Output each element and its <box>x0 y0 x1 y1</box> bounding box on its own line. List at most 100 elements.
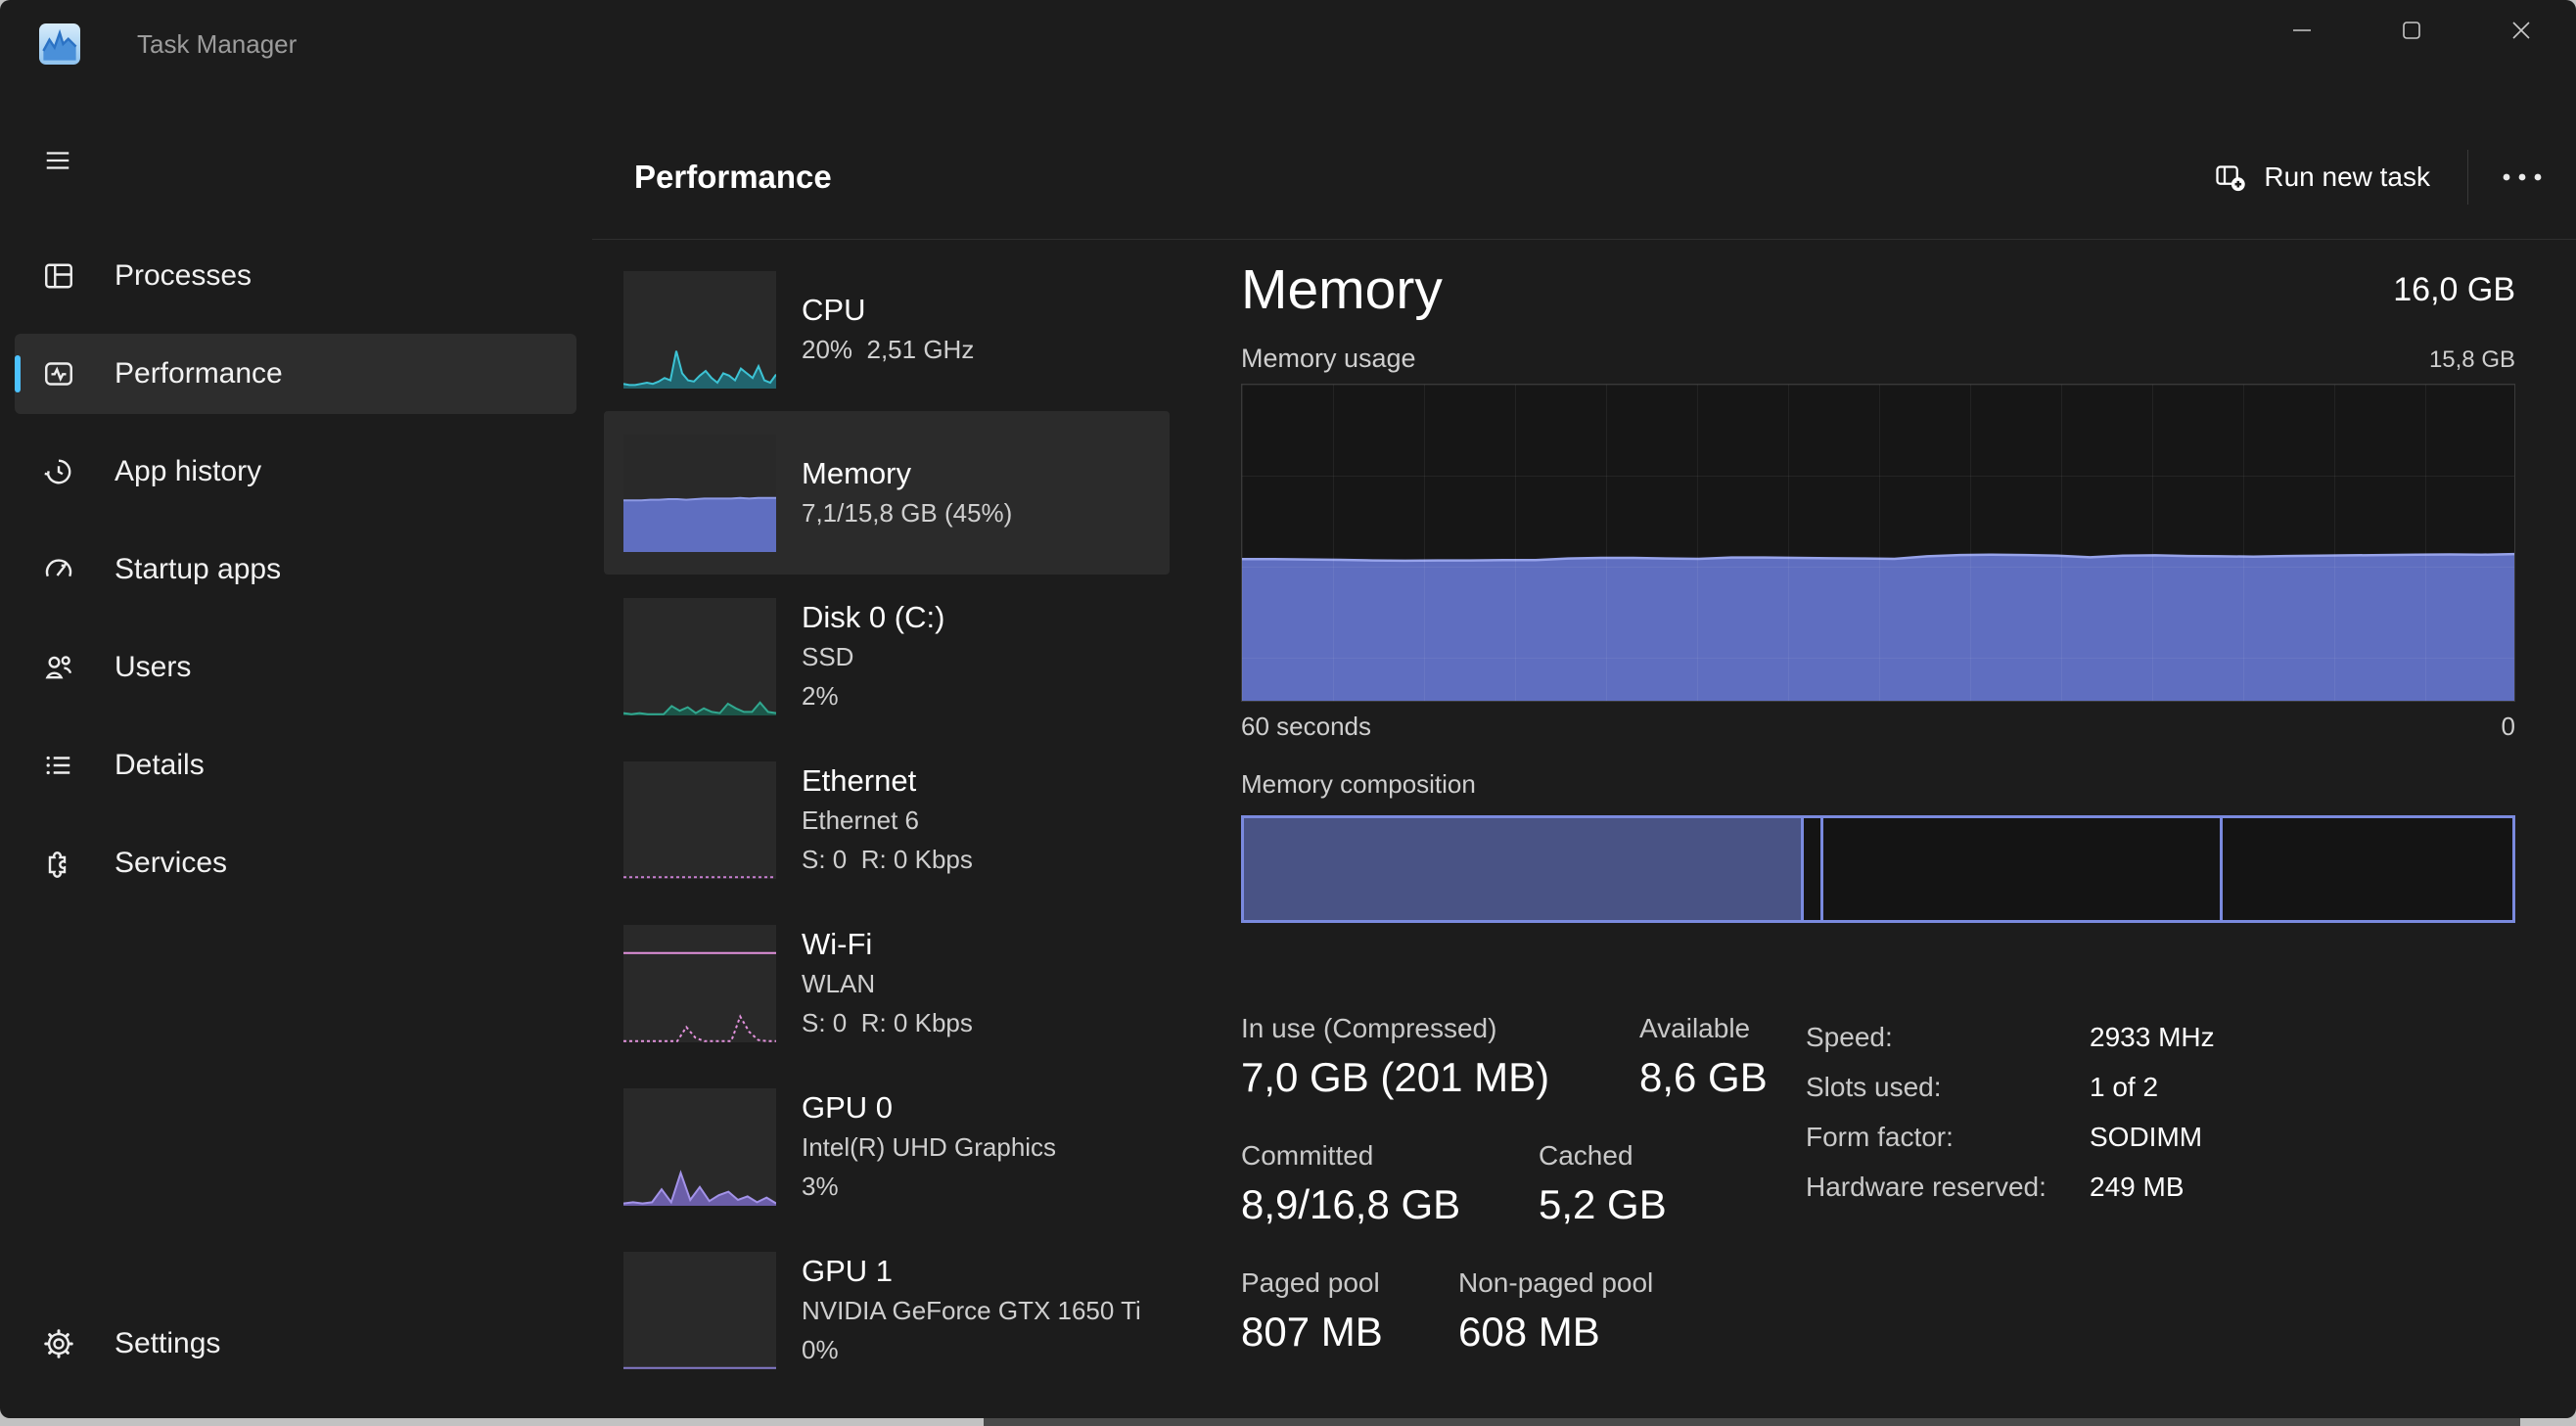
sidebar-items: Processes Performance App history S <box>15 236 576 921</box>
sidebar-item-label: Startup apps <box>115 553 281 586</box>
sidebar-item-users[interactable]: Users <box>15 627 576 708</box>
perf-item-stats: Intel(R) UHD Graphics <box>802 1127 1056 1167</box>
detail-value: SODIMM <box>2090 1123 2215 1152</box>
detail-label: Speed: <box>1806 1023 2090 1052</box>
sidebar-item-label: Processes <box>115 259 252 293</box>
perf-item-title: Memory <box>802 454 1012 493</box>
gpu0-sparkline <box>623 1088 776 1206</box>
users-icon <box>40 649 77 686</box>
wifi-sparkline <box>623 925 776 1042</box>
run-new-task-button[interactable]: Run new task <box>2195 148 2448 207</box>
detail-value: 249 MB <box>2090 1173 2215 1202</box>
memory-composition-segment-standby <box>1823 818 2223 920</box>
perf-item-meta: Ethernet Ethernet 6 S: 0 R: 0 Kbps <box>802 761 973 879</box>
memory-usage-chart <box>1241 384 2515 702</box>
perf-item-meta: CPU 20% 2,51 GHz <box>802 291 974 369</box>
detail-label: Hardware reserved: <box>1806 1173 2090 1202</box>
memory-capacity: 16,0 GB <box>2393 271 2515 309</box>
header-actions: Run new task <box>2195 148 2556 207</box>
ethernet-sparkline <box>623 761 776 879</box>
titlebar: Task Manager <box>0 0 2576 88</box>
close-button[interactable] <box>2466 0 2576 61</box>
history-icon <box>40 453 77 490</box>
perf-item-title: GPU 1 <box>802 1252 1141 1291</box>
stat-committed: Committed 8,9/16,8 GB <box>1241 1140 1460 1228</box>
perf-item-title: Disk 0 (C:) <box>802 598 944 637</box>
perf-item-title: GPU 0 <box>802 1088 1056 1127</box>
perf-item-memory[interactable]: Memory 7,1/15,8 GB (45%) <box>604 411 1170 575</box>
perf-item-meta: Memory 7,1/15,8 GB (45%) <box>802 454 1012 532</box>
perf-item-stats: S: 0 R: 0 Kbps <box>802 1003 973 1042</box>
sidebar-item-services[interactable]: Services <box>15 823 576 903</box>
performance-icon <box>40 355 77 392</box>
task-manager-app-icon <box>39 23 80 65</box>
memory-usage-header: Memory usage 15,8 GB <box>1241 344 2515 374</box>
task-manager-window: Task Manager Processes <box>0 0 2576 1418</box>
memory-composition-segment-modified <box>1804 818 1823 920</box>
memory-composition-segment-free <box>2223 818 2512 920</box>
menu-toggle-button[interactable] <box>28 137 87 184</box>
maximize-button[interactable] <box>2357 0 2466 61</box>
sidebar-item-label: Users <box>115 651 191 684</box>
detail-value: 2933 MHz <box>2090 1023 2215 1052</box>
perf-item-wifi[interactable]: Wi-Fi WLAN S: 0 R: 0 Kbps <box>604 901 1170 1065</box>
maximize-icon <box>2401 20 2422 41</box>
perf-item-stats: 0% <box>802 1330 1141 1369</box>
memory-composition-segment-in-use <box>1244 818 1804 920</box>
perf-item-gpu0[interactable]: GPU 0 Intel(R) UHD Graphics 3% <box>604 1065 1170 1228</box>
performance-device-list: CPU 20% 2,51 GHz Memory 7,1/15,8 GB (45%… <box>604 248 1170 1392</box>
sidebar-item-label: Performance <box>115 357 283 391</box>
perf-item-stats: 7,1/15,8 GB (45%) <box>802 493 1012 532</box>
sidebar: Processes Performance App history S <box>0 88 592 1418</box>
minimize-button[interactable] <box>2247 0 2357 61</box>
sidebar-item-settings[interactable]: Settings <box>15 1304 576 1384</box>
hamburger-icon <box>41 146 74 175</box>
services-puzzle-icon <box>40 845 77 882</box>
disk-sparkline <box>623 598 776 715</box>
stat-in-use: In use (Compressed) 7,0 GB (201 MB) <box>1241 1013 1549 1101</box>
minimize-icon <box>2291 20 2313 41</box>
sidebar-item-processes[interactable]: Processes <box>15 236 576 316</box>
sidebar-item-performance[interactable]: Performance <box>15 334 576 414</box>
detail-value: 1 of 2 <box>2090 1073 2215 1102</box>
header-divider <box>2467 150 2468 205</box>
more-options-button[interactable] <box>2488 150 2556 205</box>
memory-detail-panel: Memory 16,0 GB Memory usage 15,8 GB 60 s… <box>1241 248 2515 1385</box>
perf-item-title: Wi-Fi <box>802 925 973 964</box>
memory-sparkline <box>623 435 776 552</box>
sidebar-item-startup-apps[interactable]: Startup apps <box>15 529 576 610</box>
sidebar-item-label: Settings <box>115 1327 220 1360</box>
close-icon <box>2510 20 2532 41</box>
detail-label: Slots used: <box>1806 1073 2090 1102</box>
gear-icon <box>40 1325 77 1362</box>
perf-item-stats: 2% <box>802 676 944 715</box>
page-title: Performance <box>634 159 832 196</box>
sidebar-item-label: Details <box>115 749 205 782</box>
memory-usage-scale-max: 15,8 GB <box>2429 346 2515 374</box>
sidebar-item-label: Services <box>115 847 227 880</box>
perf-item-ethernet[interactable]: Ethernet Ethernet 6 S: 0 R: 0 Kbps <box>604 738 1170 901</box>
main-panel: Performance Run new task <box>592 88 2576 1418</box>
stat-paged-pool: Paged pool 807 MB <box>1241 1267 1383 1356</box>
perf-item-gpu1[interactable]: GPU 1 NVIDIA GeForce GTX 1650 Ti 0% <box>604 1228 1170 1392</box>
sidebar-item-details[interactable]: Details <box>15 725 576 805</box>
perf-item-disk0[interactable]: Disk 0 (C:) SSD 2% <box>604 575 1170 738</box>
sidebar-item-app-history[interactable]: App history <box>15 432 576 512</box>
perf-item-cpu[interactable]: CPU 20% 2,51 GHz <box>604 248 1170 411</box>
sidebar-item-label: App history <box>115 455 261 488</box>
selected-indicator <box>15 355 21 392</box>
ellipsis-icon <box>2501 171 2544 183</box>
perf-item-title: CPU <box>802 291 974 330</box>
run-new-task-icon <box>2213 160 2248 195</box>
stat-non-paged-pool: Non-paged pool 608 MB <box>1458 1267 1653 1356</box>
perf-item-stats: S: 0 R: 0 Kbps <box>802 840 973 879</box>
perf-item-stats: WLAN <box>802 964 973 1003</box>
memory-composition-bar <box>1241 815 2515 923</box>
window-title: Task Manager <box>137 29 297 60</box>
x-axis-left-label: 60 seconds <box>1241 712 1371 742</box>
gpu1-sparkline <box>623 1252 776 1369</box>
processes-icon <box>40 257 77 295</box>
details-list-icon <box>40 747 77 784</box>
page-header: Performance Run new task <box>592 88 2576 240</box>
perf-item-stats: NVIDIA GeForce GTX 1650 Ti <box>802 1291 1141 1330</box>
